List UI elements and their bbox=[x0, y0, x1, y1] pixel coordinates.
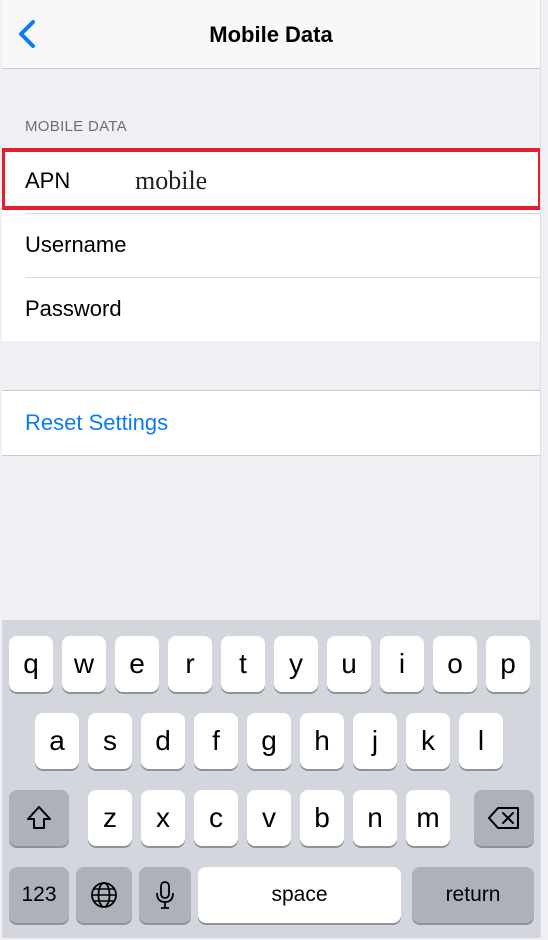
key-v[interactable]: v bbox=[247, 790, 291, 846]
mobile-data-fields: APN mobile Username Password bbox=[2, 149, 540, 341]
apn-field[interactable]: mobile bbox=[135, 166, 207, 196]
space-key[interactable]: space bbox=[198, 867, 401, 923]
password-row[interactable]: Password bbox=[2, 277, 540, 341]
reset-group: Reset Settings bbox=[2, 390, 540, 456]
key-a[interactable]: a bbox=[35, 713, 79, 769]
key-m[interactable]: m bbox=[406, 790, 450, 846]
key-g[interactable]: g bbox=[247, 713, 291, 769]
settings-screen: Mobile Data MOBILE DATA APN mobile Usern… bbox=[2, 0, 541, 938]
key-y[interactable]: y bbox=[274, 636, 318, 692]
key-e[interactable]: e bbox=[115, 636, 159, 692]
key-h[interactable]: h bbox=[300, 713, 344, 769]
key-o[interactable]: o bbox=[433, 636, 477, 692]
key-c[interactable]: c bbox=[194, 790, 238, 846]
shift-icon bbox=[27, 806, 51, 829]
key-i[interactable]: i bbox=[380, 636, 424, 692]
numbers-key[interactable]: 123 bbox=[9, 867, 69, 923]
globe-icon bbox=[91, 882, 117, 908]
username-label: Username bbox=[25, 232, 127, 257]
globe-key[interactable] bbox=[76, 867, 132, 923]
key-d[interactable]: d bbox=[141, 713, 185, 769]
navigation-bar: Mobile Data bbox=[2, 0, 540, 69]
return-key[interactable]: return bbox=[412, 867, 534, 923]
backspace-icon bbox=[488, 807, 519, 829]
section-header: MOBILE DATA bbox=[25, 118, 127, 135]
username-row[interactable]: Username bbox=[2, 213, 540, 277]
keyboard: q w e r t y u i o p a s d f g h j k l z … bbox=[2, 620, 540, 938]
reset-settings-label: Reset Settings bbox=[25, 410, 169, 435]
key-t[interactable]: t bbox=[221, 636, 265, 692]
dictation-key[interactable] bbox=[139, 867, 191, 923]
apn-row[interactable]: APN mobile bbox=[2, 149, 540, 213]
key-f[interactable]: f bbox=[194, 713, 238, 769]
reset-settings-button[interactable]: Reset Settings bbox=[2, 391, 540, 455]
key-q[interactable]: q bbox=[9, 636, 53, 692]
backspace-key[interactable] bbox=[474, 790, 534, 846]
key-z[interactable]: z bbox=[88, 790, 132, 846]
key-k[interactable]: k bbox=[406, 713, 450, 769]
key-w[interactable]: w bbox=[62, 636, 106, 692]
key-x[interactable]: x bbox=[141, 790, 185, 846]
page-title: Mobile Data bbox=[209, 22, 333, 47]
apn-label: APN bbox=[25, 168, 71, 193]
key-j[interactable]: j bbox=[353, 713, 397, 769]
key-p[interactable]: p bbox=[486, 636, 530, 692]
key-u[interactable]: u bbox=[327, 636, 371, 692]
password-label: Password bbox=[25, 296, 122, 321]
key-s[interactable]: s bbox=[88, 713, 132, 769]
key-r[interactable]: r bbox=[168, 636, 212, 692]
key-b[interactable]: b bbox=[300, 790, 344, 846]
key-n[interactable]: n bbox=[353, 790, 397, 846]
key-l[interactable]: l bbox=[459, 713, 503, 769]
microphone-icon bbox=[156, 881, 174, 909]
shift-key[interactable] bbox=[9, 790, 69, 846]
